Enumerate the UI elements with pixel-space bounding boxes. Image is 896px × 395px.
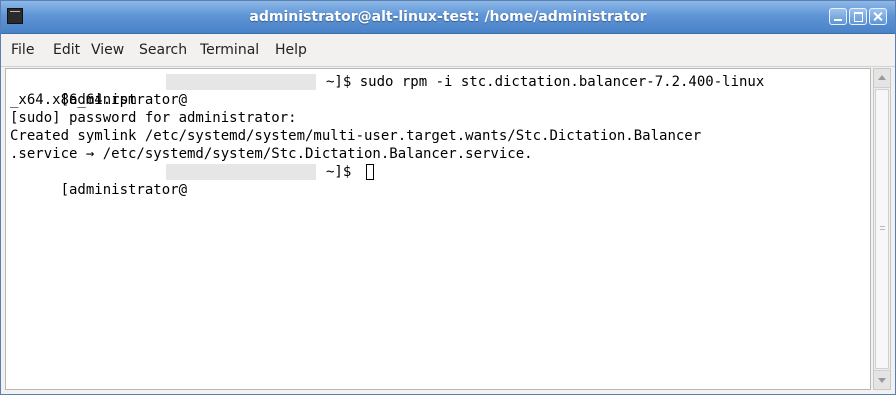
close-button[interactable] [869,8,887,25]
scrollbar-thumb[interactable] [875,89,889,369]
redacted-hostname [166,164,316,180]
terminal-line-6: [administrator@ ~]$ [10,163,374,198]
redacted-hostname [166,74,316,90]
terminal-line-5: .service → /etc/systemd/system/Stc.Dicta… [10,146,533,162]
terminal-line-1: [administrator@ ~]$ sudo rpm -i stc.dict… [10,73,764,108]
text-cursor [366,164,374,180]
terminal-line-3: [sudo] password for administrator: [10,110,297,126]
menu-bar: File Edit View Search Terminal Help [1,34,895,67]
terminal-output[interactable]: [administrator@ ~]$ sudo rpm -i stc.dict… [5,68,871,390]
menu-search[interactable]: Search [139,34,187,66]
vertical-scrollbar[interactable] [873,68,891,390]
window-title: administrator@alt-linux-test: /home/admi… [249,9,647,25]
menu-edit[interactable]: Edit [53,34,80,66]
title-bar[interactable]: administrator@alt-linux-test: /home/admi… [1,1,895,34]
terminal-window: administrator@alt-linux-test: /home/admi… [0,0,896,395]
terminal-line-2: _x64.x86_64.rpm [10,92,137,108]
command-text: ~]$ sudo rpm -i stc.dictation.balancer-7… [326,74,765,90]
arrow-down-icon[interactable] [874,370,890,389]
menu-terminal[interactable]: Terminal [200,34,259,66]
menu-file[interactable]: File [11,34,34,66]
menu-view[interactable]: View [91,34,124,66]
minimize-button[interactable] [829,8,847,25]
arrow-up-icon[interactable] [874,69,890,88]
menu-help[interactable]: Help [275,34,307,66]
maximize-button[interactable] [849,8,867,25]
grip-icon [880,226,885,227]
prompt-user: [administrator@ [60,182,188,198]
terminal-line-4: Created symlink /etc/systemd/system/mult… [10,128,702,144]
prompt-suffix: ~]$ [326,164,360,180]
